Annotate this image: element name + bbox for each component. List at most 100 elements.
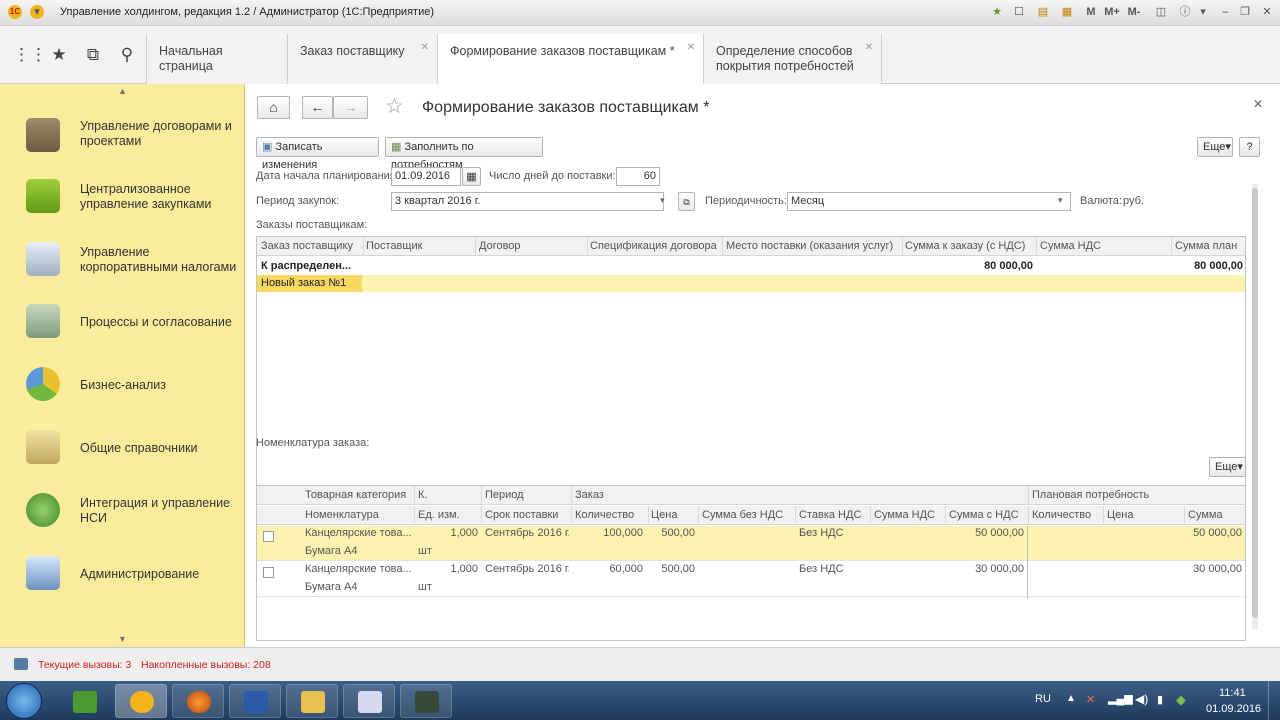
table-row[interactable]: Канцелярские това... 1,000 Сентябрь 2016… bbox=[257, 526, 1245, 561]
column-header[interactable]: Количество bbox=[1032, 506, 1102, 525]
menu-dropdown-icon[interactable]: ▾ bbox=[1196, 5, 1210, 19]
taskbar-app-word[interactable] bbox=[229, 684, 281, 718]
clock-date[interactable]: 01.09.2016 bbox=[1206, 703, 1261, 715]
start-date-input[interactable]: 01.09.2016 bbox=[391, 167, 461, 186]
calendar-picker-icon[interactable]: ▦ bbox=[462, 167, 481, 186]
history-icon[interactable]: ☐ bbox=[1012, 5, 1026, 19]
tray-expand-icon[interactable]: ▲ bbox=[1066, 693, 1076, 704]
start-button[interactable] bbox=[6, 683, 42, 719]
panels-icon[interactable]: ◫ bbox=[1154, 5, 1168, 19]
column-header[interactable]: Ставка НДС bbox=[799, 506, 869, 525]
sidebar-item-admin[interactable]: Администрирование bbox=[0, 544, 245, 606]
column-header[interactable]: Сумма без НДС bbox=[702, 506, 794, 525]
app-menu-icon[interactable]: ▾ bbox=[30, 5, 44, 19]
calc-icon[interactable]: ▤ bbox=[1036, 5, 1050, 19]
column-header[interactable]: Ед. изм. bbox=[418, 506, 478, 525]
sidebar-item-analysis[interactable]: Бизнес-анализ bbox=[0, 355, 245, 417]
column-header[interactable]: Сумма к заказу (с НДС) bbox=[905, 237, 1035, 256]
table-row[interactable]: К распределен... 80 000,00 80 000,00 bbox=[257, 257, 1245, 275]
calendar-icon[interactable]: ▦ bbox=[1060, 5, 1074, 19]
tab-form-orders[interactable]: Формирование заказов поставщикам * ✕ bbox=[438, 34, 704, 85]
column-header[interactable]: Место поставки (оказания услуг) bbox=[726, 237, 901, 256]
favorites-icon[interactable]: ★ bbox=[990, 5, 1004, 19]
row-checkbox[interactable] bbox=[263, 567, 274, 578]
home-icon[interactable]: ⌂ bbox=[257, 96, 290, 119]
more-button[interactable]: Еще▾ bbox=[1197, 137, 1233, 157]
close-tab-icon[interactable]: ✕ bbox=[865, 40, 873, 55]
save-changes-button[interactable]: ▣ Записать изменения bbox=[256, 137, 379, 171]
forward-arrow-icon[interactable]: → bbox=[333, 96, 368, 119]
apps-grid-icon[interactable]: ⋮⋮ bbox=[13, 44, 47, 66]
tab-supplier-order[interactable]: Заказ поставщику ✕ bbox=[288, 34, 438, 84]
column-header[interactable]: Товарная категория bbox=[305, 486, 415, 505]
column-header[interactable]: Сумма с НДС bbox=[949, 506, 1027, 525]
battery-icon[interactable]: ▮ bbox=[1157, 693, 1163, 706]
drive-icon[interactable]: ◆ bbox=[1176, 692, 1186, 708]
column-header[interactable]: Договор bbox=[479, 237, 584, 256]
periodicity-select[interactable]: Месяц bbox=[787, 192, 1071, 211]
fill-by-needs-button[interactable]: ▦ Заполнить по потребностям bbox=[385, 137, 543, 171]
table-row[interactable]: Канцелярские това... 1,000 Сентябрь 2016… bbox=[257, 562, 1245, 597]
column-header[interactable]: Период bbox=[485, 486, 565, 505]
column-header[interactable]: Сумма НДС bbox=[1040, 237, 1170, 256]
column-header[interactable]: Сумма bbox=[1188, 506, 1243, 525]
scrollbar-thumb[interactable] bbox=[1252, 188, 1258, 618]
memory-minus-button[interactable]: M- bbox=[1125, 5, 1143, 19]
favorite-star-icon[interactable]: ☆ bbox=[385, 94, 404, 119]
taskbar-app-tree[interactable] bbox=[58, 684, 110, 718]
help-button[interactable]: ? bbox=[1239, 137, 1260, 157]
taskbar-app-paint[interactable] bbox=[343, 684, 395, 718]
column-header[interactable]: Количество bbox=[575, 506, 647, 525]
chevron-down-icon[interactable]: ▾ bbox=[660, 195, 665, 206]
days-to-delivery-input[interactable]: 60 bbox=[616, 167, 660, 186]
taskbar-app-terminal[interactable] bbox=[400, 684, 452, 718]
row-checkbox[interactable] bbox=[263, 531, 274, 542]
language-indicator[interactable]: RU bbox=[1035, 693, 1051, 705]
column-header[interactable]: Спецификация договора bbox=[590, 237, 720, 256]
tab-coverage-methods[interactable]: Определение способов покрытия потребност… bbox=[704, 34, 882, 84]
column-header[interactable]: Заказ поставщику bbox=[261, 237, 361, 256]
taskbar-app-firefox[interactable] bbox=[172, 684, 224, 718]
scroll-up-icon[interactable]: ▲ bbox=[118, 86, 127, 96]
taskbar-app-1c[interactable] bbox=[115, 684, 167, 718]
column-header[interactable]: К. bbox=[418, 486, 478, 505]
column-header[interactable]: Поставщик bbox=[366, 237, 471, 256]
column-header[interactable]: Цена bbox=[1107, 506, 1177, 525]
clock-time[interactable]: 11:41 bbox=[1219, 687, 1246, 699]
close-window-icon[interactable]: ✕ bbox=[1260, 5, 1274, 19]
sidebar-item-references[interactable]: Общие справочники bbox=[0, 418, 245, 480]
close-tab-icon[interactable]: ✕ bbox=[421, 40, 429, 55]
sidebar-item-contracts[interactable]: Управление договорами и проектами bbox=[0, 104, 245, 166]
performance-icon[interactable] bbox=[14, 658, 28, 670]
maximize-icon[interactable]: ❐ bbox=[1238, 5, 1252, 19]
memory-m-button[interactable]: M bbox=[1084, 5, 1098, 19]
close-tab-icon[interactable]: ✕ bbox=[687, 40, 695, 55]
column-header[interactable]: Номенклатура bbox=[305, 506, 413, 525]
signal-icon[interactable]: ▂▄▆ bbox=[1108, 692, 1133, 705]
show-desktop-button[interactable] bbox=[1268, 681, 1280, 720]
table-row-selected[interactable]: Новый заказ №1 bbox=[257, 275, 1245, 292]
chevron-down-icon[interactable]: ▾ bbox=[1058, 195, 1063, 206]
sidebar-item-taxes[interactable]: Управление корпоративными налогами bbox=[0, 230, 245, 292]
column-header[interactable]: Сумма план bbox=[1175, 237, 1245, 256]
sidebar-item-procurement[interactable]: Централизованное управление закупками bbox=[0, 167, 245, 229]
sidebar-item-processes[interactable]: Процессы и согласование bbox=[0, 292, 245, 354]
open-period-icon[interactable]: ⧉ bbox=[678, 192, 695, 211]
close-form-icon[interactable]: ✕ bbox=[1253, 97, 1263, 111]
purchase-period-select[interactable]: 3 квартал 2016 г. bbox=[391, 192, 664, 211]
history-icon[interactable]: ⧉ bbox=[82, 44, 104, 66]
memory-plus-button[interactable]: M+ bbox=[1103, 5, 1121, 19]
info-icon[interactable]: ⓘ bbox=[1178, 5, 1192, 19]
sidebar-item-integration[interactable]: Интеграция и управление НСИ bbox=[0, 481, 245, 543]
taskbar-app-explorer[interactable] bbox=[286, 684, 338, 718]
column-header[interactable]: Срок поставки bbox=[485, 506, 569, 525]
search-icon[interactable]: ⚲ bbox=[116, 44, 138, 66]
tab-home[interactable]: Начальная страница bbox=[146, 34, 288, 84]
column-header[interactable]: Цена bbox=[651, 506, 699, 525]
more-button[interactable]: Еще▾ bbox=[1209, 457, 1246, 477]
favorites-star-icon[interactable]: ★ bbox=[48, 44, 70, 66]
scroll-down-icon[interactable]: ▼ bbox=[118, 634, 127, 644]
minimize-icon[interactable]: – bbox=[1218, 5, 1232, 19]
network-icon[interactable]: ✕ bbox=[1086, 693, 1095, 706]
column-header[interactable]: Сумма НДС bbox=[874, 506, 944, 525]
